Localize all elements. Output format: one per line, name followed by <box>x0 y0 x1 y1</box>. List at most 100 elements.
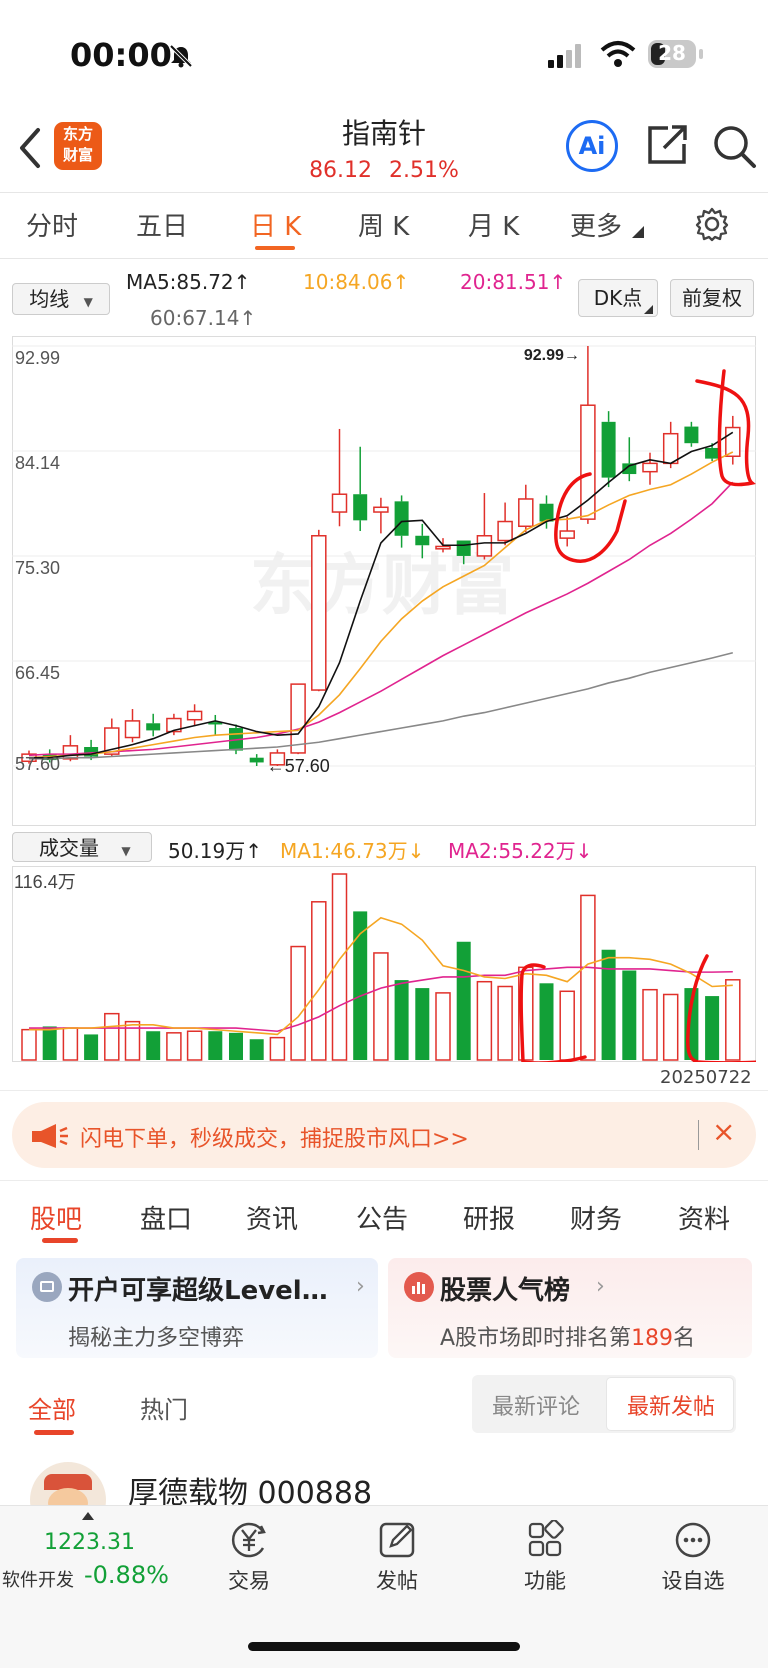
tab-daily-k[interactable]: 日 K <box>250 206 301 243</box>
volume-bar <box>21 1028 37 1061</box>
volume-bar <box>725 979 741 1061</box>
volume-chart[interactable]: 116.4万 20250605 <box>12 866 756 1062</box>
tab-research[interactable]: 研报 <box>463 1199 515 1236</box>
volume-ma2-value: MA2:55.22万↓ <box>448 839 593 863</box>
candle-body <box>684 426 699 444</box>
volume-ma1-value: MA1:46.73万↓ <box>280 839 425 863</box>
candle-down <box>601 411 616 488</box>
volume-bar <box>622 970 637 1060</box>
add-watchlist-button[interactable]: 设自选 <box>648 1520 738 1595</box>
tab-intraday[interactable]: 分时 <box>26 206 78 243</box>
wifi-icon <box>600 41 636 67</box>
index-up-caret-icon <box>82 1512 94 1520</box>
level2-icon <box>32 1272 62 1302</box>
ma20-value: 20:81.51↑ <box>460 270 567 294</box>
trade-button[interactable]: 交易 <box>204 1520 294 1595</box>
battery-tip <box>699 49 703 59</box>
candle-body <box>539 503 554 522</box>
price-chart[interactable]: 东方财富 92.99→ ←57.60 92.99 84.14 75.30 66.45 5… <box>12 336 756 826</box>
candle-body <box>353 494 368 521</box>
date-end: 20250722 <box>660 1067 752 1088</box>
ma10-value: 10:84.06↑ <box>303 270 410 294</box>
filter-indicator <box>34 1430 74 1435</box>
filter-all[interactable]: 全部 <box>28 1390 76 1425</box>
sort-latest-post: 最新发帖 <box>626 1395 715 1420</box>
index-name[interactable]: 软件开发 <box>2 1566 74 1592</box>
candle-down <box>208 714 223 736</box>
post-button[interactable]: 发帖 <box>352 1520 442 1595</box>
candle-body <box>415 535 430 546</box>
volume-bar <box>601 949 616 1060</box>
tab-stock-bar[interactable]: 股吧 <box>30 1199 82 1236</box>
share-icon[interactable] <box>646 122 690 166</box>
chart-bottom-divider <box>0 1090 768 1091</box>
candle-body <box>311 535 327 691</box>
volume-bar <box>186 1030 203 1061</box>
candle-up <box>725 415 741 465</box>
popularity-card[interactable]: 股票人气榜 › A股市场即时排名第189名 <box>388 1258 752 1358</box>
candle-up <box>373 497 389 534</box>
tab-five-day[interactable]: 五日 <box>136 206 188 243</box>
ma60-value: 60:67.14↑ <box>150 306 257 330</box>
sort-latest-comment[interactable]: 最新评论 <box>492 1389 580 1421</box>
sort-latest-post-pill[interactable]: 最新发帖 <box>606 1377 734 1431</box>
ai-assistant-button[interactable]: Ai <box>566 120 618 172</box>
ad-close-button[interactable]: × <box>712 1115 735 1148</box>
volume-selector[interactable]: 成交量 ▼ <box>12 832 152 862</box>
candle-down <box>622 437 637 482</box>
tab-more[interactable]: 更多 <box>570 206 622 243</box>
tab-order-book[interactable]: 盘口 <box>140 1199 192 1236</box>
index-change[interactable]: -0.88% <box>84 1561 169 1589</box>
low-annotation: ←57.60 <box>267 756 330 776</box>
candle-body <box>476 535 493 557</box>
volume-bar <box>497 985 513 1061</box>
level2-card-title: 开户可享超级Level… <box>68 1276 328 1306</box>
dropdown-triangle-icon: ▼ <box>83 295 93 309</box>
candle-body <box>497 520 513 542</box>
header-divider <box>0 192 768 193</box>
candle-body <box>662 432 679 465</box>
ma-selector[interactable]: 均线 ▼ <box>12 283 110 315</box>
candle-up <box>642 452 658 485</box>
functions-button[interactable]: 功能 <box>500 1519 590 1595</box>
candle-body <box>705 447 720 459</box>
battery-icon: 28 <box>648 40 696 68</box>
volume-dropdown-triangle-icon: ▼ <box>121 844 131 858</box>
tab-finance[interactable]: 财务 <box>570 1199 622 1236</box>
level2-card[interactable]: 开户可享超级Level… › 揭秘主力多空博弈 <box>16 1258 378 1358</box>
ad-banner[interactable]: 闪电下单，秒级成交，捕捉股市风口>> × <box>12 1102 756 1168</box>
adjust-rights-button[interactable]: 前复权 <box>670 279 754 317</box>
filter-hot[interactable]: 热门 <box>140 1390 188 1425</box>
active-tab-indicator <box>255 246 295 250</box>
price-tick-label: 57.60 <box>15 754 60 774</box>
volume-bar <box>146 1031 161 1060</box>
megaphone-icon <box>32 1124 68 1148</box>
tab-monthly-k[interactable]: 月 K <box>468 206 519 243</box>
volume-selector-label: 成交量 <box>39 836 99 860</box>
battery-level: 28 <box>658 41 686 65</box>
volume-bar <box>104 1012 120 1061</box>
tab-announcements[interactable]: 公告 <box>356 1199 408 1236</box>
candle-up <box>497 502 513 546</box>
post-label: 发帖 <box>376 1569 418 1593</box>
volume-bar <box>208 1031 223 1060</box>
search-icon[interactable] <box>712 124 758 170</box>
candle-down <box>146 713 161 737</box>
volume-bar <box>84 1034 99 1060</box>
watermark: 东方财富 <box>250 548 514 622</box>
tab-profile[interactable]: 资料 <box>678 1199 730 1236</box>
volume-bar <box>290 945 306 1061</box>
tab-news[interactable]: 资讯 <box>246 1199 298 1236</box>
candle-body <box>601 421 616 478</box>
volume-bar <box>166 1032 182 1061</box>
candle-up <box>311 529 327 692</box>
status-time: 00:00 <box>70 36 172 74</box>
settings-gear-icon[interactable] <box>694 206 730 242</box>
popularity-rank: 189 <box>631 1326 674 1351</box>
tab-weekly-k[interactable]: 周 K <box>358 206 409 243</box>
index-value[interactable]: 1223.31 <box>44 1530 135 1555</box>
more-circle-icon <box>675 1522 711 1558</box>
price-tick-label: 84.14 <box>15 453 60 473</box>
ai-label: Ai <box>578 132 606 160</box>
level2-card-subtitle: 揭秘主力多空博弈 <box>68 1326 245 1351</box>
